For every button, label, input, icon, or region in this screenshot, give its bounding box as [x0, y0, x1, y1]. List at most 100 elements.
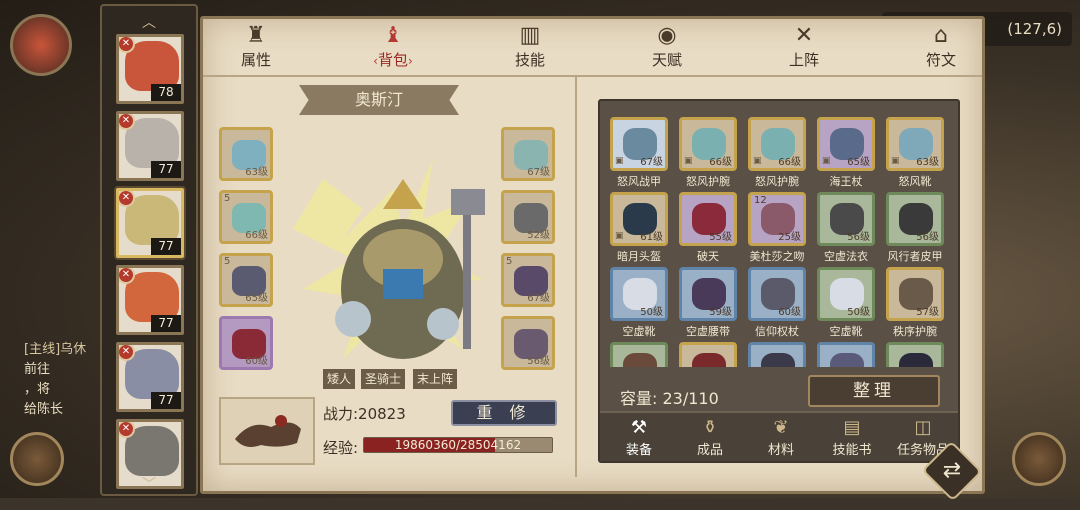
- top-left-avatar[interactable]: [10, 14, 72, 76]
- bottom-right-menu-button[interactable]: [1012, 432, 1066, 486]
- inventory-item[interactable]: 61级 ▣ 暗月头盔: [610, 192, 668, 264]
- hero-card[interactable]: ✕ 77: [116, 188, 184, 258]
- item-frame: 65级 ▣: [817, 117, 875, 171]
- sort-button[interactable]: 整理: [808, 375, 940, 407]
- rebuild-button[interactable]: 重 修: [451, 400, 557, 426]
- mount-slot[interactable]: [219, 397, 315, 465]
- item-level: 66级: [778, 157, 801, 168]
- inventory-grid[interactable]: 67级 ▣ 怒风战甲 66级 ▣ 怒风护腕 66级 ▣ 怒风护腕 65级 ▣ 海王杖 63级 ▣ 怒风靴 61…: [610, 117, 950, 367]
- hero-panel: ♜ 属性 ♝ ‹背包› ▥ 技能 ◉ 天赋 ✕ 上阵 ⌂ 符文 奥斯汀 63级 5 66级 5 65级 60级 …: [200, 16, 985, 494]
- inventory-item[interactable]: 67级 ▣ 怒风战甲: [610, 117, 668, 189]
- hero-card[interactable]: ✕ 77: [116, 265, 184, 335]
- tab-label: 上阵: [788, 51, 819, 69]
- hero-card[interactable]: ✕ 77: [116, 111, 184, 181]
- category-leaf[interactable]: ❦ 材料: [746, 417, 816, 461]
- inventory-item[interactable]: [817, 342, 875, 367]
- hero-list[interactable]: ︿ ✕ 78 ✕ 77 ✕ 77 ✕ 77 ✕ 77 ✕ ﹀: [100, 4, 198, 496]
- class-badge-icon: ✕: [119, 114, 135, 130]
- category-bottle[interactable]: ⚱ 成品: [675, 417, 745, 461]
- inventory-item[interactable]: 63级 ▣ 怒风靴: [886, 117, 944, 189]
- item-name: 怒风护腕: [755, 175, 799, 188]
- tab-book[interactable]: ▥ 技能: [485, 21, 575, 75]
- item-icon: [623, 353, 657, 367]
- inventory-item[interactable]: 50级 空虚靴: [817, 267, 875, 339]
- item-frame: 60级: [748, 267, 806, 321]
- inventory-item[interactable]: [610, 342, 668, 367]
- inventory-item[interactable]: 56级 风行者皮甲: [886, 192, 944, 264]
- bottle-icon: ⚱: [702, 417, 718, 438]
- inventory-item[interactable]: [679, 342, 737, 367]
- inventory-item[interactable]: 57级秩序护腕: [886, 267, 944, 339]
- item-level: 63级: [916, 157, 939, 168]
- item-level: 65级: [847, 157, 870, 168]
- lock-icon: ▣: [891, 156, 900, 166]
- item-name: 秩序护腕: [893, 325, 937, 338]
- tab-label: 天赋: [651, 51, 682, 69]
- crossed-swords-icon: ✕: [794, 23, 814, 48]
- item-level: 50级: [847, 307, 870, 318]
- capacity-label: 容量: 23/110: [620, 389, 719, 408]
- tab-figure[interactable]: ♜ 属性: [211, 21, 301, 75]
- inventory-item[interactable]: 66级 ▣ 怒风护腕: [748, 117, 806, 189]
- inventory-item[interactable]: 55级 破天: [679, 192, 737, 264]
- equipment-slot[interactable]: 5 66级: [219, 190, 273, 244]
- item-frame: 12 25级: [748, 192, 806, 246]
- inventory-item[interactable]: 12 25级 美杜莎之吻: [748, 192, 806, 264]
- inventory-item[interactable]: 60级信仰权杖: [748, 267, 806, 339]
- inventory-item[interactable]: 66级 ▣ 怒风护腕: [679, 117, 737, 189]
- tab-crossed-swords[interactable]: ✕ 上阵: [759, 21, 849, 75]
- inventory-item[interactable]: 65级 ▣ 海王杖: [817, 117, 875, 189]
- leaf-icon: ❦: [773, 417, 789, 438]
- item-level: 50级: [640, 307, 663, 318]
- inventory-item[interactable]: 56级 空虚法衣: [817, 192, 875, 264]
- item-frame: [679, 342, 737, 367]
- inventory-item[interactable]: [748, 342, 806, 367]
- equipment-slot[interactable]: 5 65级: [219, 253, 273, 307]
- lock-icon: ▣: [615, 156, 624, 166]
- bottom-left-menu-button[interactable]: [10, 432, 64, 486]
- item-name: 信仰权杖: [755, 325, 799, 338]
- item-icon: [899, 353, 933, 367]
- exp-value: 19860360/28504162: [394, 438, 522, 452]
- hero-name: 奥斯汀: [299, 85, 459, 115]
- category-hammer[interactable]: ⚒ 装备: [604, 417, 674, 461]
- inventory-item[interactable]: [886, 342, 944, 367]
- equipment-slot[interactable]: 60级: [219, 316, 273, 370]
- inventory-item[interactable]: 59级 空虚腰带: [679, 267, 737, 339]
- tab-rune[interactable]: ⌂ 符文: [896, 21, 986, 75]
- item-frame: 63级 ▣: [886, 117, 944, 171]
- hammer-icon: ⚒: [630, 417, 648, 438]
- tab-label: 属性: [240, 51, 271, 69]
- scroll-down-icon[interactable]: ﹀: [102, 474, 196, 493]
- item-level: 55级: [709, 232, 732, 243]
- class-badge-icon: ✕: [119, 422, 135, 438]
- equipment-slot[interactable]: 63级: [219, 127, 273, 181]
- inventory-item[interactable]: 50级 空虚靴: [610, 267, 668, 339]
- hero-card[interactable]: ✕ 77: [116, 342, 184, 412]
- tab-label: 符文: [925, 51, 956, 69]
- category-label: 装备: [625, 443, 652, 458]
- inventory-panel: 67级 ▣ 怒风战甲 66级 ▣ 怒风护腕 66级 ▣ 怒风护腕 65级 ▣ 海王杖 63级 ▣ 怒风靴 61…: [598, 99, 960, 463]
- category-bar: ⚒ 装备 ⚱ 成品 ❦ 材料 ▤ 技能书 ◫ 任务物品: [600, 411, 958, 461]
- item-frame: 61级 ▣: [610, 192, 668, 246]
- item-frame: 66级 ▣: [679, 117, 737, 171]
- item-level: 60级: [778, 307, 801, 318]
- class-badge-icon: ✕: [119, 268, 135, 284]
- hero-card[interactable]: ✕ 78: [116, 34, 184, 104]
- category-scroll[interactable]: ▤ 技能书: [817, 417, 887, 461]
- hero-level: 77: [151, 161, 181, 178]
- item-level: 61级: [640, 232, 663, 243]
- item-frame: 57级: [886, 267, 944, 321]
- item-icon: [761, 353, 795, 367]
- scroll-icon: ▤: [843, 417, 861, 438]
- tab-eye[interactable]: ◉ 天赋: [622, 21, 712, 75]
- scroll-up-icon[interactable]: ︿: [102, 12, 196, 31]
- rune-icon: ⌂: [934, 23, 948, 48]
- item-frame: 56级: [817, 192, 875, 246]
- lock-icon: ▣: [753, 156, 762, 166]
- exp-bar: 19860360/28504162: [363, 437, 553, 453]
- tab-bag[interactable]: ♝ ‹背包›: [348, 21, 438, 75]
- hero-tag: 圣骑士: [361, 369, 406, 389]
- item-frame: 67级 ▣: [610, 117, 668, 171]
- item-name: 怒风护腕: [686, 175, 730, 188]
